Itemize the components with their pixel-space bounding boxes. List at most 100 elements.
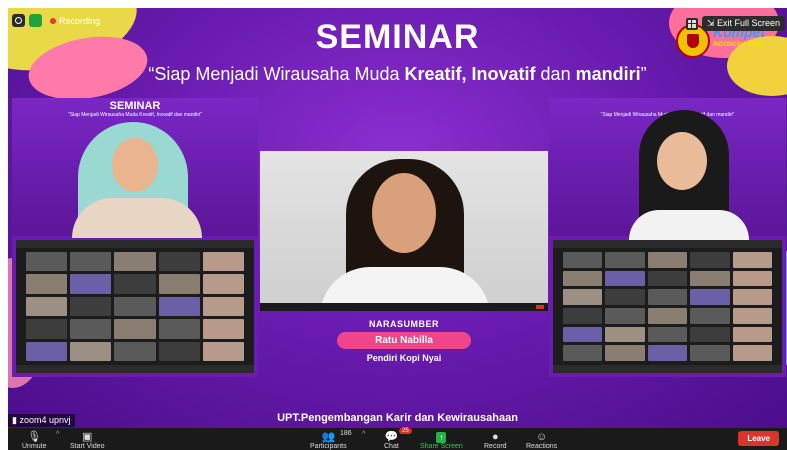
participant-tile (114, 274, 156, 294)
signal-icon: ▮ (12, 415, 17, 425)
participant-gallery-right (553, 240, 782, 373)
top-right-controls: ⇲ Exit Full Screen (685, 16, 785, 31)
right-host-pane[interactable]: “Siap Menjadi Wirausaha Muda Kreatif, In… (549, 98, 786, 377)
recording-indicator[interactable]: Recording (50, 16, 100, 26)
participant-tile (605, 270, 645, 287)
organizer-caption: UPT.Pengembangan Karir dan Kewirausahaan (277, 412, 518, 424)
shield-icon[interactable] (29, 14, 42, 27)
video-off-icon: ▣ (82, 431, 93, 443)
info-icon[interactable] (12, 14, 25, 27)
participant-tile (563, 308, 603, 324)
participant-tile (158, 252, 200, 272)
host-camera-left: SEMINAR “Siap Menjadi Wirausaha Muda Kre… (12, 98, 258, 238)
reactions-button[interactable]: ☺ Reactions (526, 428, 557, 450)
participant-tile (690, 289, 730, 305)
participant-tile (690, 326, 730, 343)
participant-tile (647, 252, 688, 268)
exit-fullscreen-button[interactable]: ⇲ Exit Full Screen (701, 16, 785, 31)
participant-name-tag: ▮ zoom4 upnvj (8, 414, 75, 427)
participant-tile (70, 319, 112, 339)
participant-tile (70, 341, 112, 361)
record-icon: ● (491, 431, 499, 443)
top-left-controls: Recording (12, 14, 100, 27)
moderator-body (629, 210, 749, 240)
participant-tile (26, 319, 68, 339)
zoom-window: SEMINAR “Siap Menjadi Wirausaha Muda Kre… (8, 8, 787, 450)
chat-unread-badge: 25 (399, 428, 412, 434)
participants-icon: 👥 (321, 431, 336, 443)
muted-mic-icon: 🎙 (27, 431, 42, 443)
participant-tile (158, 341, 200, 361)
participant-tile (690, 345, 730, 361)
participant-tile (158, 274, 200, 294)
participant-tile (26, 252, 68, 272)
speaker-caption: NARASUMBER Ratu Nabilla Pendiri Kopi Nya… (260, 319, 548, 363)
gallery-view-icon[interactable] (685, 17, 698, 30)
host-body (72, 198, 202, 238)
speaker-pane-toolbar (260, 303, 548, 311)
mini-banner-subtitle: “Siap Menjadi Wirausaha Muda Kreatif, In… (68, 112, 202, 118)
speaker-name: Ratu Nabilla (337, 332, 471, 349)
participants-count: 186 (340, 430, 352, 437)
leave-button[interactable]: Leave (738, 431, 779, 446)
chat-button[interactable]: 💬 Chat (384, 428, 399, 450)
end-call-icon (536, 305, 544, 309)
participant-tile (732, 326, 772, 343)
reactions-icon: ☺ (535, 431, 548, 443)
participant-tile (647, 326, 688, 343)
participant-tile (70, 252, 112, 272)
participant-tile (605, 345, 645, 361)
participant-tile (732, 308, 772, 324)
participant-tile (114, 252, 156, 272)
record-button[interactable]: ● Record (484, 428, 507, 450)
participant-tile (114, 341, 156, 361)
start-video-button[interactable]: ▣ Start Video (70, 428, 105, 450)
unmute-button[interactable]: 🎙 Unmute (22, 428, 47, 450)
speaker-face (372, 173, 436, 253)
participant-tile (26, 296, 68, 317)
participant-tile (605, 289, 645, 305)
speaker-label: NARASUMBER (369, 319, 439, 329)
participant-tile (202, 252, 244, 272)
participant-tile (732, 252, 772, 268)
participant-gallery-left (16, 240, 254, 373)
gallery-toolbar (553, 365, 782, 373)
participant-tile (202, 319, 244, 339)
participant-tile (26, 341, 68, 361)
participants-options-caret[interactable]: ^ (362, 431, 365, 438)
participant-tile (647, 345, 688, 361)
left-host-pane[interactable]: SEMINAR “Siap Menjadi Wirausaha Muda Kre… (12, 98, 258, 377)
record-dot-icon (50, 17, 56, 24)
participant-tile (732, 289, 772, 305)
meeting-toolbar: 🎙 Unmute ^ ▣ Start Video 👥 Participants … (8, 428, 787, 450)
participant-tile (26, 274, 68, 294)
gallery-titlebar (16, 240, 254, 248)
gallery-titlebar (553, 240, 782, 248)
participant-tile (690, 270, 730, 287)
participant-tile (114, 296, 156, 317)
participant-tile (732, 345, 772, 361)
gallery-tiles (563, 252, 772, 361)
participant-tile (202, 341, 244, 361)
participant-tile (158, 319, 200, 339)
participant-tile (605, 252, 645, 268)
participant-tile (563, 289, 603, 305)
participant-tile (563, 252, 603, 268)
audio-options-caret[interactable]: ^ (56, 431, 59, 438)
share-screen-button[interactable]: ↑ Share Screen (420, 428, 463, 450)
host-camera-right: “Siap Menjadi Wirausaha Muda Kreatif, In… (549, 98, 786, 240)
speaker-role: Pendiri Kopi Nyai (366, 353, 442, 363)
participant-tile (70, 274, 112, 294)
participant-tile (563, 270, 603, 287)
gallery-tiles (26, 252, 244, 361)
speaker-camera (260, 151, 548, 311)
banner-subtitle: “Siap Menjadi Wirausaha Muda Kreatif, In… (148, 64, 647, 84)
participant-tile (647, 270, 688, 287)
participant-tile (202, 296, 244, 317)
speaker-video-pane[interactable] (260, 151, 548, 311)
participant-tile (647, 289, 688, 305)
gallery-toolbar (16, 365, 254, 373)
participant-tile (114, 319, 156, 339)
moderator-face (657, 132, 707, 190)
participant-tile (690, 252, 730, 268)
